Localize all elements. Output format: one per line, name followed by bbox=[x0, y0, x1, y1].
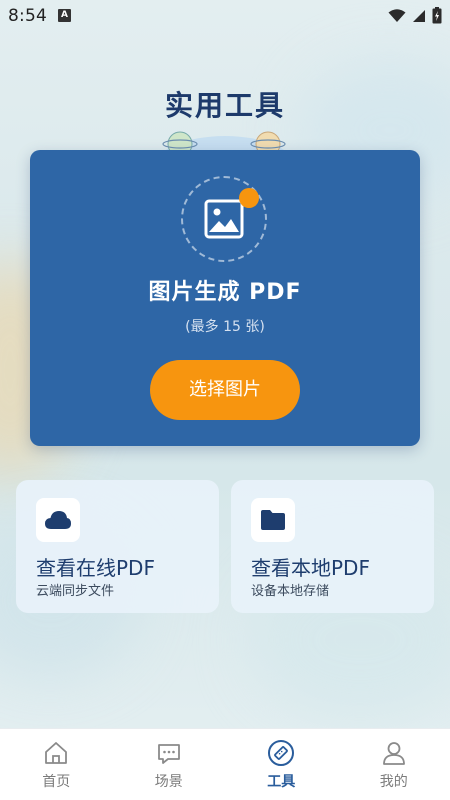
signal-icon bbox=[413, 9, 425, 22]
local-pdf-description: 设备本地存储 bbox=[251, 584, 330, 599]
nav-item-scenes[interactable]: 场景 bbox=[113, 729, 226, 800]
folder-icon bbox=[261, 510, 285, 530]
folder-icon-box bbox=[251, 498, 295, 542]
nav-label-mine: 我的 bbox=[379, 774, 408, 790]
local-pdf-card[interactable]: 查看本地PDF 设备本地存储 bbox=[231, 480, 434, 613]
screen: 8:54 A 实用工具 图片生成 PDF (最多 15 张) 选择图片 查看在线… bbox=[0, 0, 450, 800]
image-icon bbox=[204, 199, 244, 239]
image-to-pdf-card[interactable]: 图片生成 PDF (最多 15 张) 选择图片 bbox=[30, 150, 420, 446]
cloud-icon bbox=[45, 511, 71, 529]
card-title: 图片生成 PDF bbox=[148, 280, 302, 305]
nav-label-home: 首页 bbox=[42, 774, 71, 790]
status-time: 8:54 bbox=[8, 6, 47, 26]
notification-dot bbox=[239, 188, 259, 208]
notification-a-icon: A bbox=[58, 9, 71, 22]
wifi-icon bbox=[388, 8, 406, 22]
chat-icon bbox=[155, 739, 183, 767]
online-pdf-description: 云端同步文件 bbox=[36, 584, 115, 599]
image-icon-container bbox=[181, 176, 267, 262]
nav-item-tools[interactable]: 工具 bbox=[225, 729, 338, 800]
nav-item-mine[interactable]: 我的 bbox=[338, 729, 450, 800]
user-icon bbox=[380, 739, 408, 767]
card-subtitle: (最多 15 张) bbox=[185, 319, 265, 335]
nav-label-tools: 工具 bbox=[267, 774, 296, 790]
nav-label-scenes: 场景 bbox=[154, 774, 183, 790]
online-pdf-card[interactable]: 查看在线PDF 云端同步文件 bbox=[16, 480, 219, 613]
cloud-icon-box bbox=[36, 498, 80, 542]
bottom-nav: 首页 场景 工具 我的 bbox=[0, 728, 450, 800]
status-icons bbox=[388, 7, 442, 24]
select-image-button[interactable]: 选择图片 bbox=[150, 360, 300, 420]
nav-item-home[interactable]: 首页 bbox=[0, 729, 113, 800]
battery-icon bbox=[432, 7, 442, 24]
home-icon bbox=[42, 739, 70, 767]
status-bar: 8:54 A bbox=[0, 0, 450, 32]
local-pdf-title: 查看本地PDF bbox=[251, 556, 370, 580]
online-pdf-title: 查看在线PDF bbox=[36, 556, 155, 580]
tool-icon bbox=[267, 739, 295, 767]
